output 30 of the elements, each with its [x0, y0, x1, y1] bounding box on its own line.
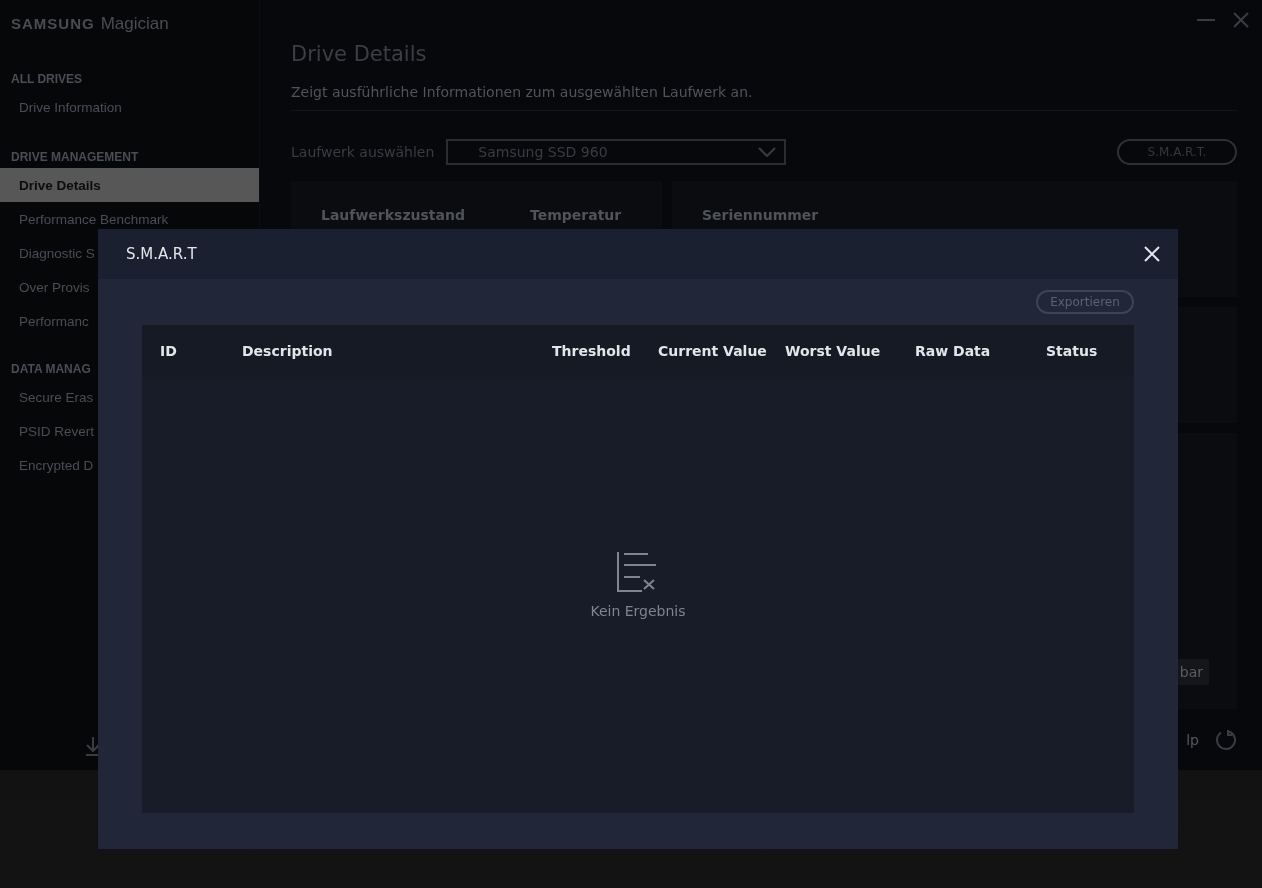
column-header: ID — [160, 343, 178, 359]
empty-list-icon — [617, 551, 659, 593]
empty-message: Kein Ergebnis — [590, 603, 686, 619]
column-header: Status — [1046, 343, 1099, 359]
download-icon[interactable] — [85, 736, 101, 756]
close-button[interactable] — [1142, 244, 1162, 264]
close-icon[interactable] — [1233, 12, 1249, 28]
page-title: Drive Details — [291, 42, 428, 66]
sidebar-section-title: DATA MANAG — [11, 362, 91, 376]
sidebar-item[interactable]: Drive Details — [0, 168, 259, 202]
chevron-down-icon — [758, 147, 777, 157]
refresh-icon[interactable] — [1215, 729, 1237, 751]
sidebar-section-title: ALL DRIVES — [11, 72, 83, 86]
column-header: Worst Value — [785, 343, 882, 359]
column-header: Current Value — [658, 343, 768, 359]
card-label: Laufwerkszustand — [321, 207, 466, 223]
export-button[interactable]: Exportieren — [1036, 290, 1134, 314]
sidebar-item[interactable]: Drive Information — [0, 90, 259, 124]
page-subtitle: Zeigt ausführliche Informationen zum ausgewählten Laufwerk an. — [291, 66, 1237, 111]
card-label: Seriennummer — [702, 207, 819, 223]
column-header: Description — [242, 343, 334, 359]
card-label: Temperatur — [530, 207, 623, 223]
sidebar-section-title: DRIVE MANAGEMENT — [11, 150, 139, 164]
minimize-icon[interactable] — [1197, 19, 1215, 21]
card-button[interactable]: bar — [1177, 659, 1209, 685]
dialog-title: S.M.A.R.T — [126, 245, 197, 263]
help-link[interactable]: lp — [1186, 732, 1199, 748]
app-logo: SAMSUNG Magician — [10, 13, 170, 35]
column-header: Raw Data — [915, 343, 992, 359]
column-header: Threshold — [552, 343, 632, 359]
